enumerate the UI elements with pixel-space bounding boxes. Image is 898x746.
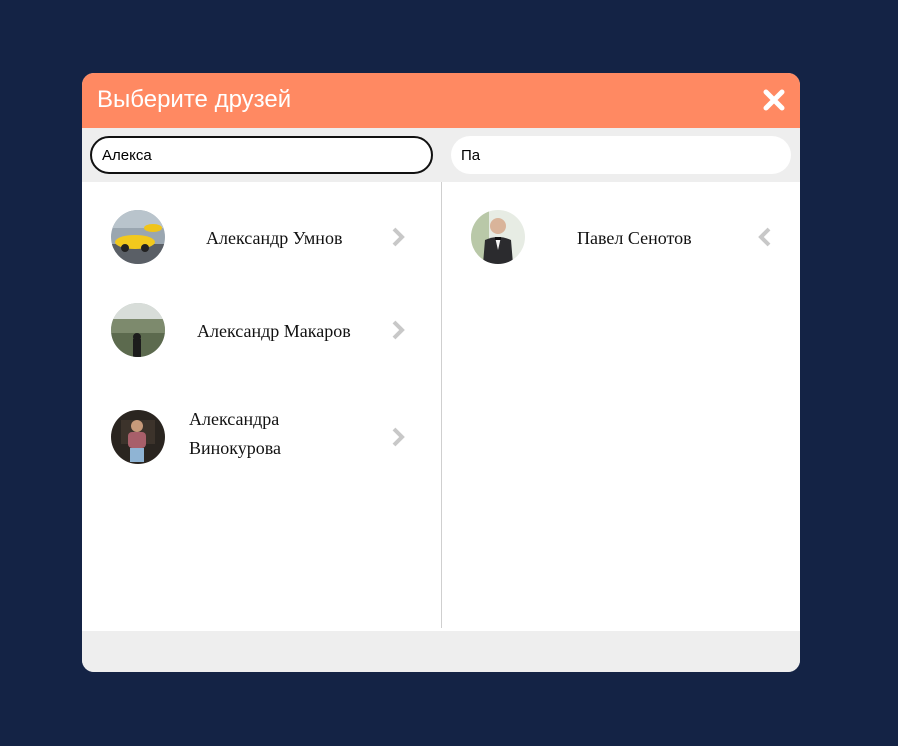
available-friends-search-input[interactable] — [90, 136, 433, 174]
dialog-title: Выберите друзей — [97, 86, 292, 113]
selected-friend-item[interactable]: Павел Сенотов — [442, 208, 800, 268]
selected-friends-search-input[interactable] — [451, 136, 791, 174]
available-friend-item[interactable]: Александра Винокурова — [82, 408, 441, 468]
close-icon[interactable] — [763, 89, 785, 111]
available-friend-item[interactable]: Александр Умнов — [82, 208, 441, 268]
friend-avatar — [111, 410, 165, 464]
friend-name: Александр Макаров — [197, 321, 351, 341]
dialog-header: Выберите друзей — [82, 73, 800, 128]
available-friend-item[interactable]: Александр Макаров — [82, 301, 441, 361]
friend-avatar — [111, 210, 165, 264]
friend-name: Павел Сенотов — [577, 228, 692, 248]
friend-name: Александр Умнов — [206, 228, 343, 248]
friend-panels: Александр Умнов Александр Макаров Алекса… — [82, 182, 800, 631]
chevron-right-icon[interactable] — [391, 227, 405, 247]
friend-avatar — [471, 210, 525, 264]
search-bar — [82, 128, 800, 182]
friend-picker-dialog: Выберите друзей Алекса Па Александр Умно… — [82, 73, 800, 672]
friend-name: Александра Винокурова — [189, 409, 282, 458]
dialog-footer — [82, 631, 800, 672]
friend-avatar — [111, 303, 165, 357]
chevron-left-icon[interactable] — [758, 227, 772, 247]
chevron-right-icon[interactable] — [391, 320, 405, 340]
chevron-right-icon[interactable] — [391, 427, 405, 447]
